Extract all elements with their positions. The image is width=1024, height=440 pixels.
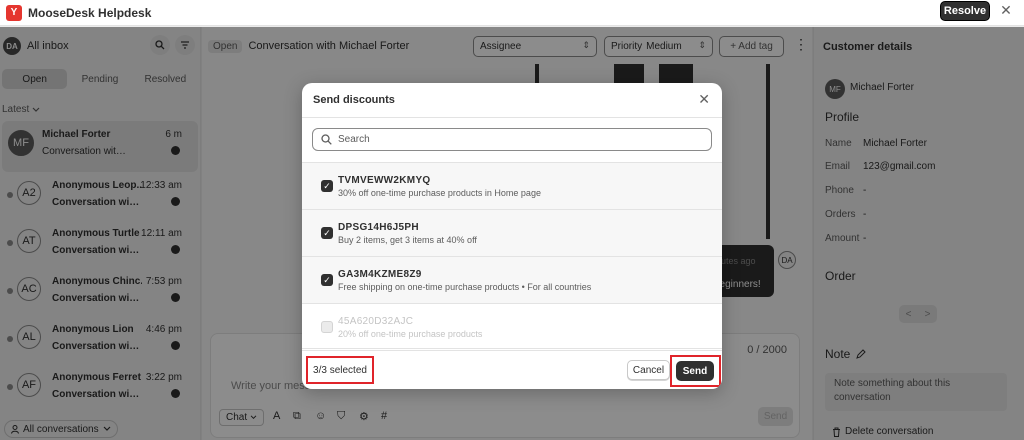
search-icon [321,134,332,145]
discount-description: Buy 2 items, get 3 items at 40% off [338,235,477,245]
checkbox[interactable]: ✓ [321,180,333,192]
modal-header: Send discounts ✕ [302,83,722,118]
send-discounts-modal: Send discounts ✕ ✓ TVMVEWW2KMYQ 30% off … [302,83,722,389]
discount-code: 45A620D32AJC [338,316,414,327]
discount-code: TVMVEWW2KMYQ [338,175,431,186]
discount-code: GA3M4KZME8Z9 [338,269,422,280]
discount-item: ✓ 45A620D32AJC 20% off one-time purchase… [302,304,722,351]
app-logo-icon: Y [6,4,22,21]
discount-search [312,128,712,151]
selected-count: 3/3 selected [306,356,374,384]
search-input[interactable] [338,134,698,145]
discount-item[interactable]: ✓ GA3M4KZME8Z9 Free shipping on one-time… [302,257,722,304]
modal-title: Send discounts [313,94,395,106]
checkbox[interactable]: ✓ [321,227,333,239]
discount-list: ✓ TVMVEWW2KMYQ 30% off one-time purchase… [302,162,722,351]
resolve-button[interactable]: Resolve [940,1,990,21]
discount-item[interactable]: ✓ DPSG14H6J5PH Buy 2 items, get 3 items … [302,210,722,257]
modal-footer: 3/3 selected Cancel Send [302,348,722,389]
discount-description: 20% off one-time purchase products [338,329,483,339]
app-title: MooseDesk Helpdesk [28,5,152,20]
send-button[interactable]: Send [676,361,714,381]
discount-code: DPSG14H6J5PH [338,222,419,233]
close-icon[interactable]: ✕ [698,92,710,106]
discount-description: Free shipping on one-time purchase produ… [338,282,592,292]
app-topbar: Y MooseDesk Helpdesk Resolve ✕ [0,0,1024,26]
discount-description: 30% off one-time purchase products in Ho… [338,188,541,198]
checkbox[interactable]: ✓ [321,274,333,286]
discount-item[interactable]: ✓ TVMVEWW2KMYQ 30% off one-time purchase… [302,163,722,210]
cancel-button[interactable]: Cancel [627,360,670,380]
checkbox: ✓ [321,321,333,333]
close-window-icon[interactable]: ✕ [999,3,1013,17]
